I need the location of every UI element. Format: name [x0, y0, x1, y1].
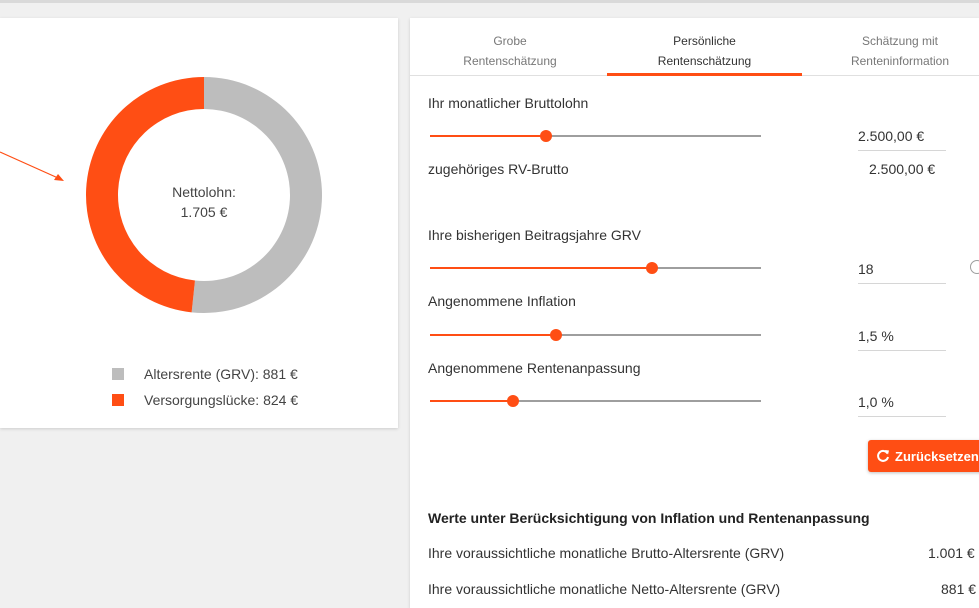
- center-label-value: 1.705 €: [180, 204, 228, 220]
- slider-thumb[interactable]: [539, 130, 552, 142]
- refresh-icon: [877, 449, 889, 462]
- rentenanpassung-slider[interactable]: [430, 394, 761, 408]
- rv-brutto-value: 2.500,00 €: [869, 161, 936, 177]
- legend-swatch-grey: [112, 368, 124, 380]
- slider-thumb[interactable]: [645, 262, 658, 274]
- form-card: Grobe Rentenschätzung Persönliche Renten…: [410, 18, 979, 608]
- reset-button[interactable]: Zurücksetzen: [868, 440, 979, 472]
- slider-fill: [430, 334, 556, 336]
- tab-label-line1: Grobe: [493, 34, 527, 48]
- slider-fill: [430, 135, 546, 137]
- result-row-value: 1.001 €: [928, 545, 975, 561]
- tab-label-line1: Persönliche: [673, 34, 736, 48]
- rentenanpassung-input[interactable]: 1,0 %: [858, 394, 946, 417]
- tab-grobe-rentenschaetzung[interactable]: Grobe Rentenschätzung: [420, 31, 600, 71]
- chart-card: Nettolohn: 1.705 € Altersrente (GRV): 88…: [0, 18, 398, 428]
- bruttolohn-input[interactable]: 2.500,00 €: [858, 128, 946, 151]
- slider-thumb[interactable]: [549, 329, 562, 341]
- tab-label-line2: Rentenschätzung: [657, 54, 752, 68]
- slider-thumb[interactable]: [506, 395, 519, 407]
- tab-label-line2: Rentenschätzung: [463, 54, 557, 68]
- inflation-label: Angenommene Inflation: [428, 293, 576, 309]
- result-row-label: Ihre voraussichtliche monatliche Brutto-…: [428, 545, 785, 561]
- slider-fill: [430, 400, 513, 402]
- tab-label-line2: Renteninformation: [850, 54, 950, 68]
- reset-button-label: Zurücksetzen: [895, 448, 979, 464]
- inflation-input[interactable]: 1,5 %: [858, 328, 946, 351]
- help-icon[interactable]: [970, 260, 979, 274]
- rv-brutto-label: zugehöriges RV-Brutto: [428, 161, 569, 177]
- donut-center: Nettolohn: 1.705 €: [104, 182, 304, 222]
- inflation-slider[interactable]: [430, 328, 761, 342]
- results-title: Werte unter Berücksichtigung von Inflati…: [428, 510, 870, 526]
- tab-persoenliche-rentenschaetzung[interactable]: Persönliche Rentenschätzung: [607, 31, 802, 71]
- pointer-arrow: [0, 151, 64, 181]
- rentenanpassung-label: Angenommene Rentenanpassung: [428, 360, 641, 376]
- slider-fill: [430, 267, 652, 269]
- top-divider: [0, 0, 979, 3]
- result-row-value: 881 €: [941, 581, 977, 597]
- active-tab-indicator: [607, 73, 802, 76]
- legend-label: Versorgungslücke: 824 €: [144, 392, 299, 408]
- center-label-title: Nettolohn:: [172, 184, 236, 200]
- tab-bar: Grobe Rentenschätzung Persönliche Renten…: [410, 18, 979, 76]
- chart-legend: Altersrente (GRV): 881 € Versorgungslück…: [112, 361, 298, 413]
- legend-item-altersrente: Altersrente (GRV): 881 €: [112, 361, 298, 387]
- bruttolohn-label: Ihr monatlicher Bruttolohn: [428, 95, 589, 111]
- legend-swatch-orange: [112, 394, 124, 406]
- tab-label-line1: Schätzung mit: [861, 34, 939, 48]
- beitragsjahre-slider[interactable]: [430, 261, 761, 275]
- tab-schaetzung-renteninformation[interactable]: Schätzung mit Renteninformation: [820, 31, 979, 71]
- result-row-label: Ihre voraussichtliche monatliche Netto-A…: [428, 581, 781, 597]
- bruttolohn-slider[interactable]: [430, 129, 761, 143]
- beitragsjahre-label: Ihre bisherigen Beitragsjahre GRV: [428, 227, 641, 243]
- legend-item-versorgungsluecke: Versorgungslücke: 824 €: [112, 387, 298, 413]
- legend-label: Altersrente (GRV): 881 €: [144, 366, 298, 382]
- beitragsjahre-input[interactable]: 18: [858, 261, 946, 284]
